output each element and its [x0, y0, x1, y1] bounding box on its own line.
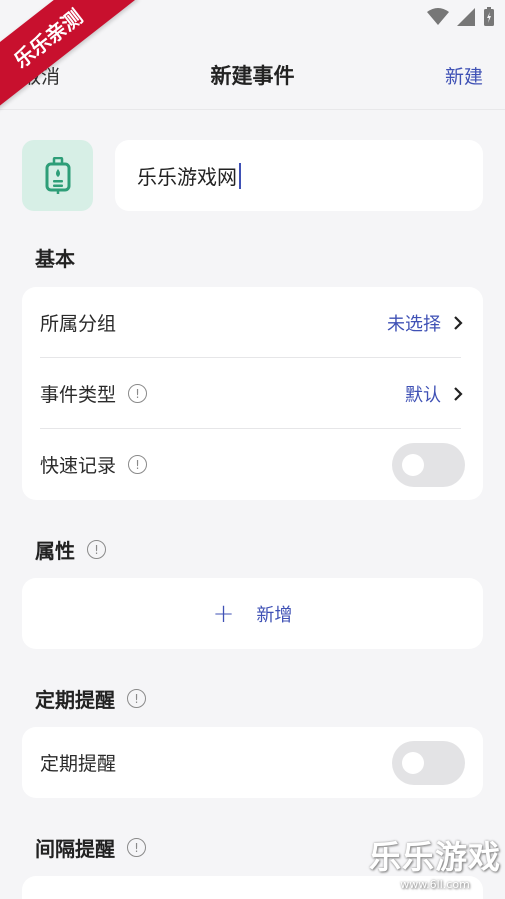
page-title: 新建事件	[210, 64, 295, 88]
battery-icon	[484, 7, 494, 26]
wifi-icon	[427, 8, 449, 25]
id-badge-icon	[45, 156, 70, 194]
group-row[interactable]: 所属分组 未选择	[22, 287, 483, 358]
quick-record-toggle[interactable]	[392, 442, 465, 487]
section-attributes-label: 属性	[35, 539, 75, 563]
add-attribute-button[interactable]: + 新增	[22, 578, 483, 649]
periodic-row: 定期提醒	[22, 727, 483, 798]
chevron-right-icon	[454, 386, 463, 401]
info-icon[interactable]: !	[128, 455, 148, 474]
section-title-attributes: 属性 !	[35, 535, 106, 564]
type-label: 事件类型	[40, 384, 117, 406]
text-cursor	[239, 162, 241, 189]
type-value: 默认	[405, 384, 441, 406]
section-basic-label: 基本	[35, 247, 75, 271]
brand-watermark-text: 乐乐游戏	[368, 838, 501, 876]
group-label: 所属分组	[40, 313, 117, 335]
info-icon[interactable]: !	[127, 838, 146, 857]
signal-icon	[457, 8, 475, 26]
info-icon[interactable]: !	[87, 540, 106, 559]
quick-record-row: 快速记录 !	[22, 429, 483, 500]
quick-record-label: 快速记录	[40, 455, 117, 477]
basic-card: 所属分组 未选择 事件类型 ! 默认 快速记录 !	[22, 287, 483, 500]
section-title-periodic: 定期提醒 !	[35, 684, 146, 713]
top-navigation-bar: 取消 新建事件 新建	[0, 40, 505, 110]
periodic-label: 定期提醒	[40, 753, 117, 775]
periodic-toggle[interactable]	[392, 740, 465, 785]
status-icons	[427, 7, 495, 27]
toggle-knob	[402, 751, 424, 774]
info-icon[interactable]: !	[128, 384, 148, 403]
attributes-card: + 新增	[22, 578, 483, 649]
event-name-text: 乐乐游戏网	[137, 165, 237, 189]
event-name-input[interactable]: 乐乐游戏网	[115, 140, 483, 211]
section-title-interval: 间隔提醒 !	[35, 833, 146, 862]
chevron-right-icon	[454, 315, 463, 330]
group-value: 未选择	[387, 313, 441, 335]
info-icon[interactable]: !	[127, 689, 146, 708]
create-button[interactable]: 新建	[445, 62, 483, 89]
plus-icon: +	[212, 598, 235, 629]
event-icon-picker[interactable]	[22, 140, 93, 211]
section-interval-label: 间隔提醒	[35, 837, 115, 861]
add-attribute-label: 新增	[256, 604, 293, 626]
type-row[interactable]: 事件类型 ! 默认	[22, 358, 483, 429]
periodic-card: 定期提醒	[22, 727, 483, 798]
brand-watermark: 乐乐游戏 www.6ll.com	[369, 832, 501, 891]
section-title-basic: 基本	[35, 243, 75, 272]
toggle-knob	[402, 453, 424, 476]
brand-watermark-url: www.6ll.com	[400, 878, 470, 891]
section-periodic-label: 定期提醒	[35, 688, 115, 712]
